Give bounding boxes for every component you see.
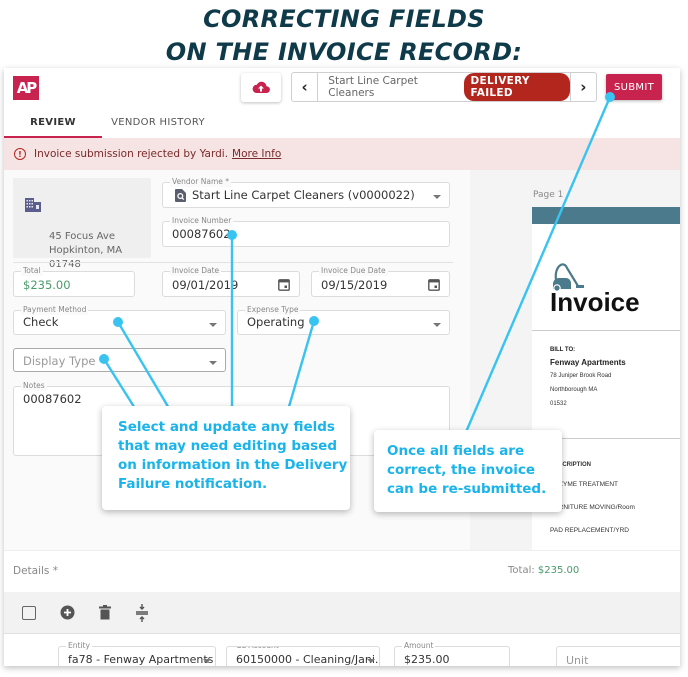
rejection-alert: ! Invoice submission rejected by Yardi. …: [4, 138, 680, 170]
record-navigator: ‹ Start Line Carpet Cleaners DELIVERY FA…: [291, 72, 597, 102]
gl-account-label: GL Account: [234, 647, 281, 651]
bill-to-label: BILL TO:: [550, 347, 576, 353]
more-info-link[interactable]: More Info: [232, 148, 281, 160]
payment-method-select[interactable]: Payment Method Check: [13, 305, 226, 335]
invoice-title: Invoice: [550, 287, 640, 317]
amount-value: $235.00: [404, 653, 450, 666]
alert-message: Invoice submission rejected by Yardi.: [34, 148, 229, 160]
invoice-number-input[interactable]: Invoice Number 00087602: [162, 216, 450, 247]
gl-account-select[interactable]: GL Account 60150000 - Cleaning/Jani...: [226, 646, 380, 666]
expense-type-label: Expense Type: [245, 305, 301, 315]
invoice-date-label: Invoice Date: [170, 266, 222, 276]
app-logo[interactable]: AP: [13, 76, 39, 100]
details-total-label: Total:: [508, 565, 535, 576]
upload-button[interactable]: [241, 73, 281, 102]
notes-value: 00087602: [23, 392, 82, 406]
tutorial-headline: CORRECTING FIELDS ON THE INVOICE RECORD:: [0, 0, 688, 69]
bill-to-line: 78 Juniper Brook Road: [550, 373, 612, 379]
entity-select[interactable]: Entity fa78 - Fenway Apartments: [58, 641, 216, 666]
vendor-address-line-2: Hopkinton, MA 01748: [49, 245, 123, 270]
trash-icon[interactable]: [99, 605, 111, 620]
chevron-down-icon: [433, 323, 441, 327]
expense-type-value: Operating: [247, 315, 305, 329]
chevron-down-icon: [433, 195, 441, 199]
chevron-left-icon: ‹: [301, 78, 308, 96]
app-window: AP ‹ Start Line Carpet Cleaners DELIVERY…: [4, 68, 680, 666]
display-type-placeholder: Display Type: [23, 354, 96, 368]
current-vendor-label: Start Line Carpet Cleaners: [328, 75, 418, 99]
bill-to-line: 01532: [550, 401, 567, 407]
vendor-address-card: 45 Focus Ave Hopkinton, MA 01748: [13, 178, 151, 270]
calendar-icon[interactable]: [278, 278, 290, 291]
chevron-down-icon: [209, 323, 217, 327]
tab-bar: REVIEW VENDOR HISTORY: [4, 106, 680, 138]
invoice-due-date-label: Invoice Due Date: [319, 266, 388, 276]
callout-update-fields: Select and update any fields that may ne…: [102, 406, 350, 510]
payment-method-label: Payment Method: [21, 305, 89, 315]
invoice-due-date-value: 09/15/2019: [321, 278, 388, 292]
line-item-row: Entity fa78 - Fenway Apartments GL Accou…: [4, 634, 680, 666]
select-all-checkbox[interactable]: [22, 605, 36, 620]
unit-placeholder: Unit: [566, 654, 589, 666]
document-divider: [532, 330, 680, 331]
delivery-status-badge: DELIVERY FAILED: [463, 73, 570, 101]
building-icon: [25, 198, 41, 212]
vendor-search-icon: [175, 189, 186, 202]
vendor-address-line-1: 45 Focus Ave: [49, 231, 115, 242]
next-record-button[interactable]: ›: [569, 73, 596, 101]
chevron-down-icon: [203, 659, 211, 663]
page-label: Page 1: [533, 190, 564, 200]
bill-to-line: Northborough MA: [550, 387, 598, 393]
gl-account-value: 60150000 - Cleaning/Jani...: [236, 653, 380, 666]
details-total-value: $235.00: [537, 565, 580, 576]
vendor-name-value: Start Line Carpet Cleaners (v0000022): [192, 188, 415, 202]
description-item: PAD REPLACEMENT/YRD: [550, 527, 629, 534]
unit-select[interactable]: Unit: [556, 646, 680, 666]
expense-type-select[interactable]: Expense Type Operating: [237, 305, 450, 335]
details-label: Details *: [13, 565, 58, 577]
previous-record-button[interactable]: ‹: [292, 73, 319, 101]
error-circle-icon: !: [14, 148, 26, 160]
invoice-due-date-input[interactable]: Invoice Due Date 09/15/2019: [311, 266, 450, 297]
submit-button[interactable]: SUBMIT: [606, 74, 662, 100]
total-input[interactable]: Total $235.00: [13, 266, 135, 297]
add-circle-icon[interactable]: [60, 605, 75, 620]
total-value: $235.00: [23, 278, 71, 292]
headline-line-2: ON THE INVOICE RECORD:: [165, 38, 523, 66]
line-items-toolbar: [4, 592, 680, 634]
entity-value: fa78 - Fenway Apartments: [68, 653, 214, 666]
tab-vendor-history[interactable]: VENDOR HISTORY: [102, 106, 214, 138]
form-divider: [13, 262, 453, 263]
payment-method-value: Check: [23, 315, 59, 329]
calendar-icon[interactable]: [428, 278, 440, 291]
tab-review[interactable]: REVIEW: [4, 106, 102, 138]
total-label: Total: [21, 266, 43, 276]
invoice-number-label: Invoice Number: [170, 216, 234, 226]
invoice-date-value: 09/01/2019: [172, 278, 239, 292]
vendor-name-select[interactable]: Vendor Name * Start Line Carpet Cleaners…: [162, 177, 450, 208]
details-total: Total: $235.00: [508, 565, 579, 576]
callout-resubmit: Once all fields are correct, the invoice…: [374, 430, 562, 512]
description-item: FURNITURE MOVING/Room: [550, 504, 635, 511]
top-bar: AP ‹ Start Line Carpet Cleaners DELIVERY…: [4, 68, 680, 106]
display-type-select[interactable]: Display Type: [13, 348, 226, 372]
chevron-down-icon: [209, 361, 217, 365]
entity-label: Entity: [66, 641, 92, 651]
bill-to-name: Fenway Apartments: [550, 358, 626, 367]
chevron-down-icon: [367, 659, 375, 663]
split-line-icon[interactable]: [135, 603, 149, 622]
invoice-date-input[interactable]: Invoice Date 09/01/2019: [162, 266, 300, 297]
invoice-number-value: 00087602: [172, 227, 231, 241]
amount-input[interactable]: Amount $235.00: [394, 641, 510, 666]
document-header-band: [532, 207, 680, 224]
notes-label: Notes: [21, 381, 47, 391]
vendor-name-label: Vendor Name *: [170, 177, 231, 187]
chevron-right-icon: ›: [580, 78, 587, 96]
details-header: Details * Total: $235.00: [4, 550, 680, 592]
amount-label: Amount: [402, 641, 436, 651]
cloud-upload-icon: [252, 81, 270, 93]
headline-line-1: CORRECTING FIELDS: [203, 5, 485, 33]
